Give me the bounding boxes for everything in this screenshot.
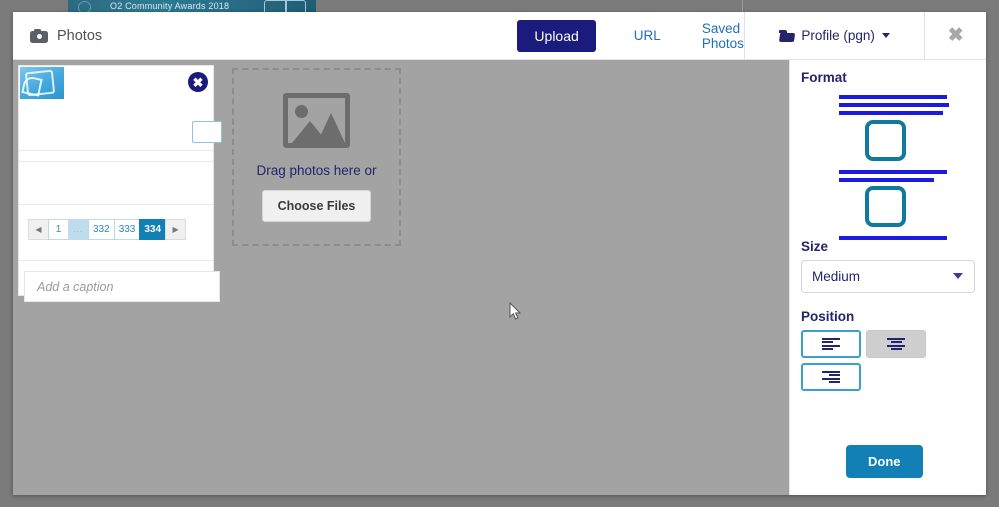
- image-placeholder-icon: [283, 92, 350, 148]
- page-title: Photos: [57, 27, 103, 44]
- align-left-icon: [822, 337, 840, 351]
- photo-work-area: ✖ ◀ 1 ... 332 333 334 ▶ Add a caption Dr…: [13, 60, 789, 495]
- pagination-page-332[interactable]: 332: [88, 219, 115, 240]
- align-center-icon: [887, 337, 905, 351]
- card-divider: [19, 260, 213, 261]
- size-label: Size: [801, 239, 829, 254]
- align-right-icon: [822, 370, 840, 384]
- position-label: Position: [801, 309, 855, 324]
- caption-placeholder: Add a caption: [37, 279, 114, 294]
- folder-icon: [779, 30, 794, 41]
- camera-icon: [30, 28, 48, 43]
- close-circle-icon[interactable]: ✖: [188, 72, 208, 92]
- modal-body: ✖ ◀ 1 ... 332 333 334 ▶ Add a caption Dr…: [13, 60, 986, 495]
- url-tab[interactable]: URL: [634, 22, 661, 49]
- alt-text-input[interactable]: [192, 121, 222, 143]
- card-divider: [19, 161, 213, 162]
- photos-modal: Photos Upload URL Saved Photos Profile (…: [13, 12, 986, 495]
- size-select-wrapper: Medium: [801, 260, 975, 293]
- pagination-prev[interactable]: ◀: [28, 219, 49, 240]
- modal-title-zone: Photos: [13, 12, 506, 59]
- choose-files-button[interactable]: Choose Files: [261, 189, 372, 222]
- pagination-ellipsis: ...: [68, 219, 89, 240]
- pagination-next[interactable]: ▶: [165, 219, 187, 240]
- upload-button[interactable]: Upload: [517, 19, 596, 52]
- photo-card: ✖ ◀ 1 ... 332 333 334 ▶ Add a caption: [18, 65, 222, 302]
- pagination-page-333[interactable]: 333: [113, 219, 141, 240]
- dropzone-instruction: Drag photos here or: [256, 162, 377, 178]
- pagination-page-334-active[interactable]: 334: [139, 219, 167, 240]
- image-thumbnail[interactable]: [20, 67, 64, 99]
- align-left-button[interactable]: [801, 330, 861, 358]
- align-right-button[interactable]: [801, 363, 861, 391]
- card-divider: [19, 150, 213, 151]
- done-button[interactable]: Done: [846, 445, 923, 478]
- modal-close-button[interactable]: ✖: [924, 12, 986, 59]
- position-button-group: [801, 330, 975, 391]
- modal-header: Photos Upload URL Saved Photos Profile (…: [13, 12, 986, 60]
- saved-photos-tab[interactable]: Saved Photos: [702, 15, 744, 57]
- format-side-panel: Format Size Medium Position Done: [789, 60, 986, 495]
- card-divider: [19, 204, 213, 205]
- drag-drop-zone[interactable]: Drag photos here or Choose Files: [232, 68, 401, 246]
- profile-dropdown-label: Profile (pgn): [779, 28, 890, 43]
- format-label: Format: [801, 70, 847, 85]
- close-icon: ✖: [947, 25, 964, 46]
- profile-dropdown[interactable]: Profile (pgn): [743, 12, 925, 59]
- align-center-button[interactable]: [866, 330, 926, 358]
- banner-title: O2 Community Awards 2018: [110, 1, 230, 11]
- caret-down-icon: [881, 33, 890, 38]
- text-wrap-format-icon: [801, 91, 975, 240]
- profile-name: Profile (pgn): [801, 28, 875, 43]
- size-select[interactable]: Medium: [801, 260, 975, 293]
- mouse-pointer-icon: [509, 302, 521, 320]
- caption-input[interactable]: Add a caption: [24, 271, 220, 302]
- pagination: ◀ 1 ... 332 333 334 ▶: [28, 219, 187, 240]
- header-actions: Upload URL Saved Photos: [506, 12, 744, 59]
- pagination-page-1[interactable]: 1: [48, 219, 69, 240]
